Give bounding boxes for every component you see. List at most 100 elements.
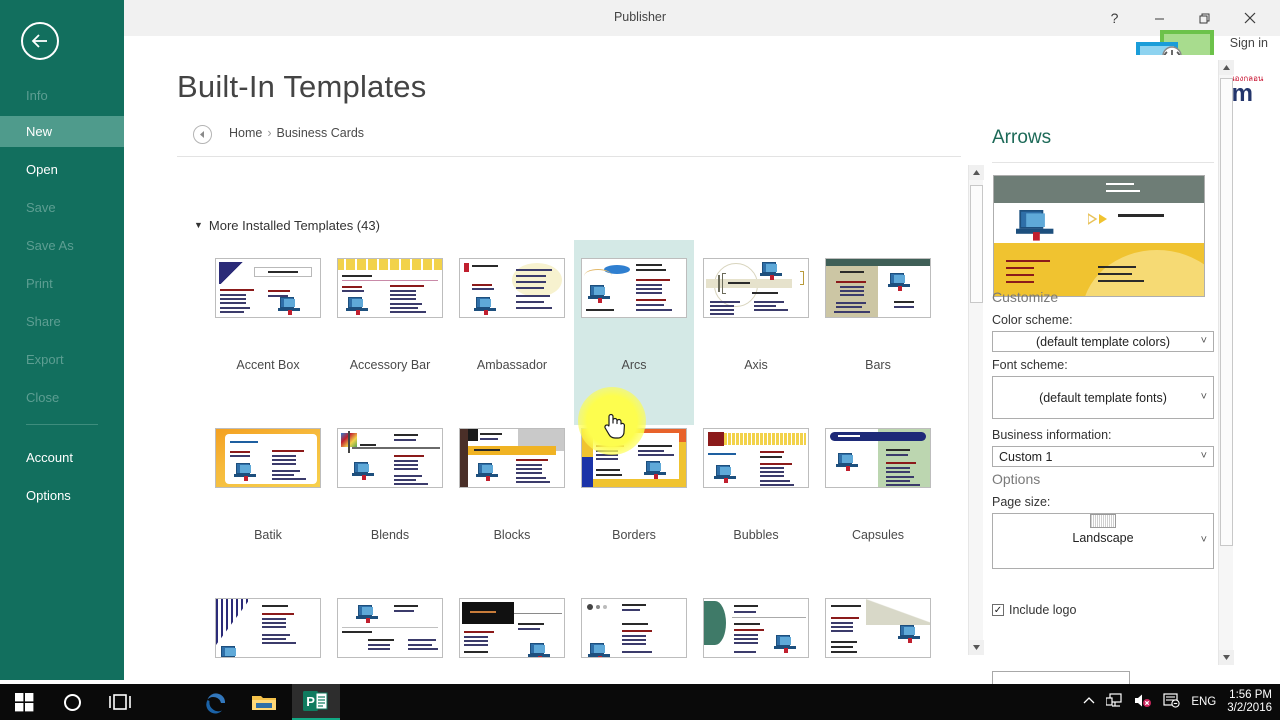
- title-bar: Publisher: [0, 0, 1280, 36]
- system-tray: ENG 1:56 PM 3/2/2016: [1083, 684, 1280, 720]
- template-label: Borders: [612, 528, 656, 542]
- template-cell-bubbles[interactable]: Bubbles: [696, 428, 816, 563]
- customize-header: Customize: [992, 289, 1059, 305]
- template-cell-axis[interactable]: Axis: [696, 258, 816, 393]
- page-orientation-icon: [1090, 514, 1116, 528]
- chevron-down-icon: ˅: [1200, 450, 1207, 462]
- sidebar-item-account[interactable]: Account: [0, 442, 124, 473]
- sidebar-item-export[interactable]: Export: [0, 344, 124, 375]
- font-scheme-label: Font scheme:: [992, 358, 1068, 372]
- template-cell-blocks[interactable]: Blocks: [452, 428, 572, 563]
- template-thumbnail: [215, 598, 321, 658]
- clock[interactable]: 1:56 PM 3/2/2016: [1227, 689, 1272, 715]
- business-information-label: Business information:: [992, 428, 1112, 442]
- template-thumbnail: [825, 258, 931, 318]
- minimize-icon[interactable]: [1137, 4, 1182, 32]
- sidebar-divider: [26, 424, 98, 425]
- template-cell-partial-1[interactable]: [208, 598, 328, 660]
- window-title: Publisher: [613, 10, 667, 24]
- breadcrumb-back-icon[interactable]: [193, 125, 212, 144]
- scroll-down-icon[interactable]: [969, 640, 984, 655]
- include-logo-checkbox[interactable]: ✓ Include logo: [992, 603, 1076, 617]
- template-thumbnail: [215, 428, 321, 488]
- template-thumbnail: [703, 428, 809, 488]
- restore-icon[interactable]: [1182, 4, 1227, 32]
- template-cell-accessory-bar[interactable]: Accessory Bar: [330, 258, 450, 393]
- sidebar-item-options[interactable]: Options: [0, 480, 124, 511]
- template-thumbnail: [459, 428, 565, 488]
- template-cell-partial-4[interactable]: [574, 598, 694, 660]
- template-cell-partial-5[interactable]: [696, 598, 816, 660]
- svg-text:P: P: [306, 694, 315, 709]
- task-view-icon[interactable]: [96, 684, 144, 720]
- template-label: Bars: [865, 358, 891, 372]
- chevron-up-icon[interactable]: [1083, 696, 1095, 708]
- template-cell-partial-2[interactable]: [330, 598, 450, 660]
- page-size-select[interactable]: Landscape ˅: [992, 513, 1214, 569]
- chevron-down-icon: ˅: [1200, 391, 1207, 403]
- template-label: Blocks: [493, 528, 531, 542]
- preview-pane-scrollbar[interactable]: [1218, 60, 1234, 665]
- template-gallery[interactable]: ▼ More Installed Templates (43) Accent B…: [177, 158, 967, 660]
- template-cell-accent-box[interactable]: Accent Box: [208, 258, 328, 393]
- template-thumbnail: [825, 428, 931, 488]
- window-caption-buttons: ?: [1092, 4, 1272, 32]
- sidebar-item-new[interactable]: New: [0, 116, 124, 147]
- options-header: Options: [992, 471, 1041, 487]
- help-icon[interactable]: ?: [1092, 4, 1137, 32]
- business-information-select[interactable]: Custom 1 ˅: [992, 446, 1214, 467]
- page-title: Built-In Templates: [177, 69, 427, 104]
- language-indicator[interactable]: ENG: [1191, 696, 1216, 708]
- template-cell-batik[interactable]: Batik: [208, 428, 328, 563]
- gallery-scrollbar-thumb[interactable]: [970, 185, 983, 303]
- business-card-preview: [993, 175, 1205, 297]
- windows-start-icon[interactable]: [0, 684, 48, 720]
- close-icon[interactable]: [1227, 4, 1272, 32]
- network-icon[interactable]: [1105, 693, 1123, 711]
- template-cell-partial-3[interactable]: [452, 598, 572, 660]
- color-scheme-select[interactable]: (default template colors) ˅: [992, 331, 1214, 352]
- backstage-sidebar: Info New Open Save Save As Print Share E…: [0, 0, 124, 680]
- template-cell-ambassador[interactable]: Ambassador: [452, 258, 572, 393]
- template-thumbnail: [581, 258, 687, 318]
- preview-scrollbar-thumb[interactable]: [1220, 78, 1233, 546]
- triangle-down-icon: ▼: [194, 220, 203, 230]
- sidebar-item-print[interactable]: Print: [0, 268, 124, 299]
- group-header-more-installed[interactable]: ▼ More Installed Templates (43): [194, 218, 380, 233]
- gallery-scrollbar[interactable]: [968, 165, 984, 655]
- breadcrumb-current: Business Cards: [276, 126, 365, 140]
- back-arrow-icon[interactable]: [21, 22, 59, 60]
- template-label: Accent Box: [236, 358, 300, 372]
- scroll-up-icon[interactable]: [969, 165, 984, 180]
- volume-muted-icon[interactable]: [1134, 693, 1152, 711]
- cortana-search-icon[interactable]: [48, 684, 96, 720]
- breadcrumb-home[interactable]: Home: [229, 126, 262, 140]
- template-label: Arcs: [621, 358, 647, 372]
- sidebar-item-share[interactable]: Share: [0, 306, 124, 337]
- template-cell-bars[interactable]: Bars: [818, 258, 938, 393]
- file-explorer-icon[interactable]: [240, 684, 288, 720]
- template-cell-partial-6[interactable]: [818, 598, 938, 660]
- color-scheme-value: (default template colors): [1035, 334, 1171, 349]
- checkbox-icon: ✓: [992, 604, 1004, 616]
- template-cell-capsules[interactable]: Capsules: [818, 428, 938, 563]
- template-label: Axis: [744, 358, 768, 372]
- sidebar-item-close[interactable]: Close: [0, 382, 124, 413]
- action-center-icon[interactable]: [1163, 693, 1180, 711]
- scroll-down-icon[interactable]: [1219, 650, 1234, 665]
- sidebar-item-info[interactable]: Info: [0, 80, 124, 111]
- template-label: Ambassador: [476, 358, 548, 372]
- scroll-up-icon[interactable]: [1219, 60, 1234, 75]
- sign-in-link[interactable]: Sign in: [1230, 36, 1268, 50]
- template-cell-blends[interactable]: Blends: [330, 428, 450, 563]
- sidebar-item-open[interactable]: Open: [0, 154, 124, 185]
- edge-browser-icon[interactable]: [192, 684, 240, 720]
- page-size-label: Page size:: [992, 495, 1051, 509]
- template-preview-pane: Arrows Customize Color scheme: (default …: [984, 55, 1224, 706]
- sidebar-item-save[interactable]: Save: [0, 192, 124, 223]
- publisher-backstage-window: Publisher ? Sign in Info New Open Save S…: [0, 0, 1280, 720]
- include-logo-label: Include logo: [1009, 603, 1077, 617]
- font-scheme-select[interactable]: (default template fonts) ˅: [992, 376, 1214, 419]
- publisher-app-icon[interactable]: P: [292, 684, 340, 720]
- sidebar-item-save-as[interactable]: Save As: [0, 230, 124, 261]
